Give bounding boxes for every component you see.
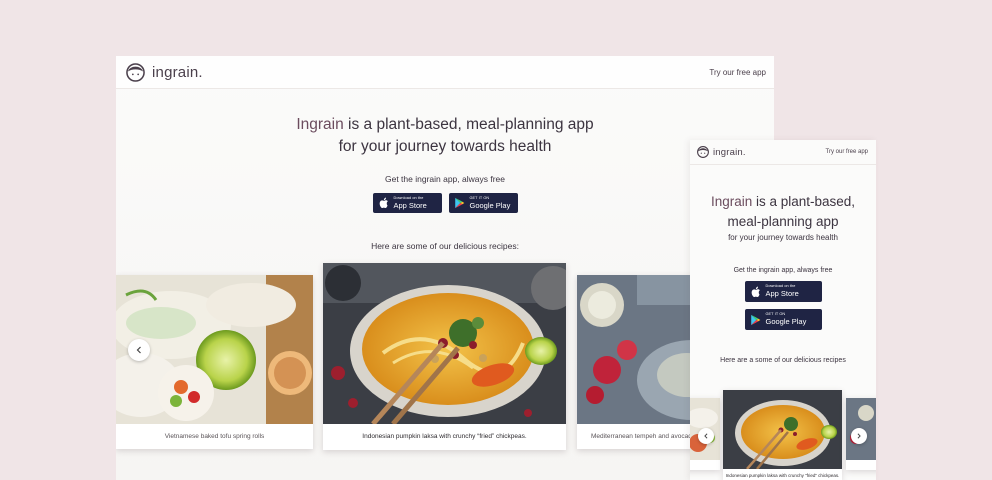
google-play-big: Google Play (469, 200, 511, 210)
mobile-hero-line1: is a plant-based, (752, 194, 856, 209)
mobile-carousel-prev-button[interactable] (698, 428, 714, 444)
mobile-app-store-button[interactable]: Download on the App Store (744, 281, 822, 302)
mobile-brand[interactable]: ingrain. (697, 146, 746, 158)
mobile-google-play-big: Google Play (765, 317, 807, 327)
chevron-left-icon (136, 346, 141, 354)
desktop-preview: ingrain. Try our free app Ingrain is a p… (116, 56, 774, 480)
recipe-card[interactable]: Vietnamese baked tofu spring rolls (116, 275, 313, 449)
mobile-hero-tagline: for your journey towards health (728, 233, 838, 242)
download-label: Get the ingrain app, always free (384, 174, 505, 184)
recipe-image-pumpkin-laksa (323, 263, 566, 424)
hero-line2: for your journey towards health (338, 138, 552, 155)
mobile-recipe-carousel: Indonesian pumpkin laksa with crunchy “f… (690, 390, 876, 480)
hero-brand-word: Ingrain (296, 116, 344, 133)
app-store-button[interactable]: Download on the App Store (372, 193, 442, 213)
chevron-left-icon (704, 433, 708, 439)
apple-icon (751, 286, 760, 297)
mobile-store-buttons: Download on the App Store GET IT ON Goog… (690, 281, 876, 330)
mobile-hero-brand-word: Ingrain (710, 194, 753, 209)
recipe-card[interactable]: Indonesian pumpkin laksa with crunchy “f… (323, 263, 566, 450)
brand[interactable]: ingrain. (126, 62, 203, 82)
ingrain-logo-icon (697, 146, 709, 158)
recipe-image-pumpkin-laksa (723, 390, 842, 469)
ingrain-logo-icon (126, 62, 145, 82)
hero-headline: Ingrain is a plant-based, meal-planning … (116, 114, 774, 158)
recipe-caption: Vietnamese baked tofu spring rolls (164, 433, 265, 440)
carousel-prev-button[interactable] (128, 339, 150, 361)
google-play-icon (454, 197, 464, 209)
mobile-hero-line2: meal-planning app (727, 214, 839, 229)
chevron-right-icon (857, 433, 861, 439)
hero-line1: is a plant-based, meal-planning app (343, 116, 594, 133)
try-free-app-link[interactable]: Try our free app (709, 68, 766, 77)
recipe-caption: Indonesian pumpkin laksa with crunchy “f… (725, 473, 840, 478)
navbar: ingrain. Try our free app (116, 56, 774, 89)
mobile-google-play-button[interactable]: GET IT ON Google Play (744, 309, 822, 330)
mobile-brand-name: ingrain. (713, 146, 746, 158)
app-store-big: App Store (393, 200, 427, 210)
mobile-preview: ingrain. Try our free app Ingrain is a p… (690, 140, 876, 480)
mobile-download-label: Get the ingrain app, always free (733, 267, 833, 274)
brand-name: ingrain. (152, 63, 203, 81)
apple-icon (379, 197, 388, 209)
recipe-card[interactable]: Indonesian pumpkin laksa with crunchy “f… (723, 390, 842, 480)
google-play-button[interactable]: GET IT ON Google Play (448, 193, 518, 213)
google-play-icon (750, 314, 760, 325)
recipes-title: Here are some of our delicious recipes: (371, 241, 519, 251)
mobile-app-store-big: App Store (765, 289, 799, 299)
store-buttons: Download on the App Store GET IT ON Goog… (116, 193, 774, 213)
mobile-navbar: ingrain. Try our free app (690, 140, 876, 165)
mobile-hero-headline: Ingrain is a plant-based, meal-planning … (690, 192, 876, 232)
mobile-try-free-app-link[interactable]: Try our free app (826, 149, 868, 155)
mobile-carousel-next-button[interactable] (851, 428, 867, 444)
mobile-recipes-title: Here are a some of our delicious recipes (720, 357, 846, 364)
recipe-carousel: Vietnamese baked tofu spring rolls Indon… (116, 263, 774, 463)
recipe-caption: Indonesian pumpkin laksa with crunchy “f… (362, 433, 527, 440)
